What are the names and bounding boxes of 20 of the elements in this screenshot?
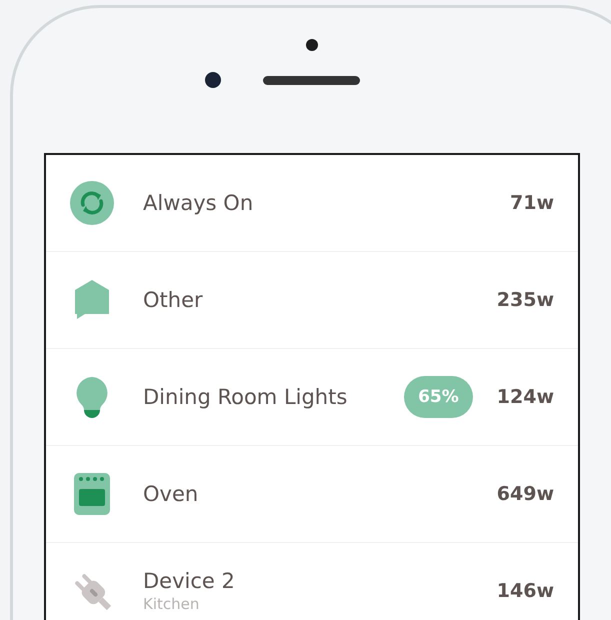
device-row[interactable]: Other 235w <box>46 252 578 349</box>
sensor-dot <box>306 39 318 51</box>
power-reading: 235w <box>496 289 554 311</box>
device-name: Oven <box>143 482 200 506</box>
device-row[interactable]: Oven 649w <box>46 446 578 543</box>
device-row[interactable]: Device 2 Kitchen 146w <box>46 543 578 620</box>
refresh-icon <box>70 181 114 225</box>
device-name: Device 2 <box>143 569 236 593</box>
power-reading: 71w <box>510 192 554 214</box>
device-location: Kitchen <box>143 595 200 613</box>
device-name: Dining Room Lights <box>143 385 348 409</box>
power-reading: 649w <box>496 483 554 505</box>
power-reading: 146w <box>496 580 554 602</box>
device-name: Other <box>143 288 204 312</box>
dimmer-level-badge: 65% <box>404 376 473 418</box>
device-row[interactable]: Always On 71w <box>46 155 578 252</box>
power-reading: 124w <box>496 386 554 408</box>
device-row[interactable]: Dining Room Lights 65% 124w <box>46 349 578 446</box>
camera-icon <box>205 72 221 88</box>
device-name: Always On <box>143 191 254 215</box>
